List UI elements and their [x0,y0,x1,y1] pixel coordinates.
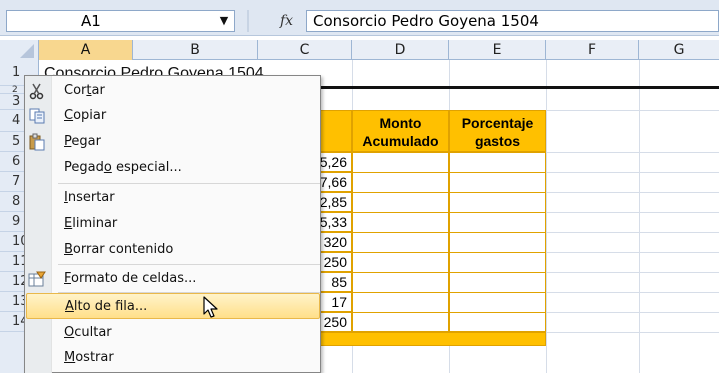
grid-line [546,172,719,173]
select-all-triangle-icon [20,44,34,58]
menu-separator [58,264,320,265]
column-header-a[interactable]: A [39,40,133,60]
format-cells-icon [28,270,46,288]
header-line-2: gastos [474,133,521,149]
menu-item-label: Pegado especial... [64,160,182,175]
grid-line [352,212,546,213]
column-header-f[interactable]: F [546,40,639,60]
menu-item-label: Insertar [64,190,115,205]
menu-item-paste-special[interactable]: Pegado especial... [26,155,320,181]
grid-line [546,192,719,193]
menu-item-clear-contents[interactable]: Borrar contenido [26,237,320,263]
paste-icon [28,133,46,151]
header-line-1: Monto [379,115,422,131]
name-box[interactable]: A1 [6,10,235,32]
menu-item-label: Mostrar [64,350,114,365]
copy-icon [28,107,46,125]
grid-line [352,292,546,293]
menu-item-delete[interactable]: Eliminar [26,211,320,237]
header-cell-porcentaje-gastos[interactable]: Porcentaje gastos [449,110,546,152]
menu-item-label: Cortar [64,83,105,98]
column-e-body[interactable] [449,152,546,332]
menu-item-row-height[interactable]: Alto de fila... [26,293,320,319]
mouse-pointer-icon [203,296,221,320]
formula-input[interactable]: Consorcio Pedro Goyena 1504 [306,10,719,32]
menu-item-copy[interactable]: Copiar [26,103,320,129]
menu-item-label: Copiar [64,108,107,123]
grid-line [639,60,640,373]
grid-line [546,332,719,333]
grid-line [546,212,719,213]
grid-line [352,172,546,173]
menu-item-insert[interactable]: Insertar [26,185,320,211]
grid-line [546,110,719,111]
grid-line [546,152,719,153]
column-d-body[interactable] [352,152,449,332]
menu-item-format-cells[interactable]: Formato de celdas... [26,266,320,292]
menu-item-show[interactable]: Mostrar [26,345,320,371]
formula-bar-divider[interactable] [247,10,249,32]
column-header-g[interactable]: G [639,40,719,60]
grid-line [546,292,719,293]
header-line-1: Porcentaje [461,115,534,131]
column-header-b[interactable]: B [133,40,258,60]
column-header-e[interactable]: E [449,40,546,60]
grid-line [352,312,546,313]
menu-item-label: Eliminar [64,216,118,231]
scissors-icon [28,82,46,100]
function-icon[interactable]: fx [280,10,306,32]
column-header-d[interactable]: D [352,40,449,60]
grid-line [352,232,546,233]
grid-line [546,272,719,273]
menu-item-paste[interactable]: Pegar [26,129,320,155]
menu-item-hide[interactable]: Ocultar [26,320,320,346]
column-header-c[interactable]: C [258,40,352,60]
header-line-2: Acumulado [362,133,439,149]
grid-line [352,272,546,273]
grid-line [546,312,719,313]
menu-item-cut[interactable]: Cortar [26,78,320,104]
grid-line [546,252,719,253]
grid-line [352,252,546,253]
grid-line [352,192,546,193]
menu-item-label: Borrar contenido [64,242,174,257]
menu-item-label: Formato de celdas... [64,271,197,286]
menu-item-label: Pegar [64,134,101,149]
grid-line [546,60,547,373]
chevron-down-icon[interactable]: ▼ [215,10,233,32]
header-cell-monto-acumulado[interactable]: Monto Acumulado [352,110,449,152]
menu-separator [58,183,320,184]
grid-line [546,232,719,233]
menu-item-label: Alto de fila... [65,299,148,314]
menu-item-label: Ocultar [64,325,112,340]
